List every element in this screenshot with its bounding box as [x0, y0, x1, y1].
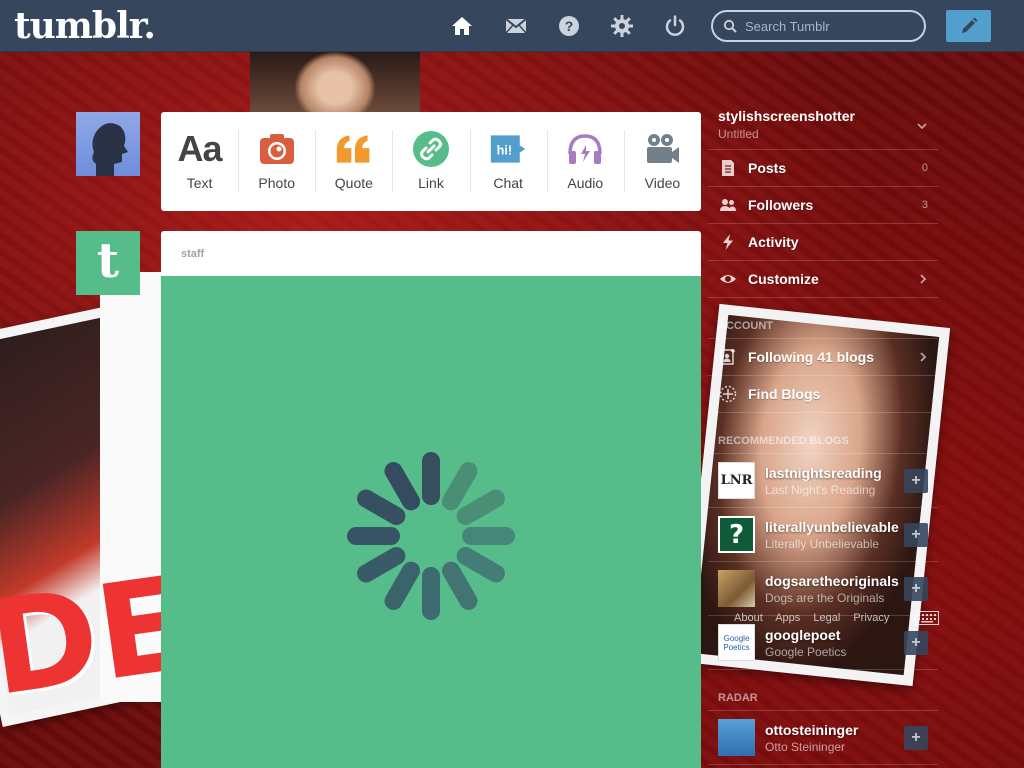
- recommended-blog-item[interactable]: dogsaretheoriginals Dogs are the Origina…: [708, 562, 938, 616]
- blog-switcher[interactable]: stylishscreenshotter Untitled: [708, 100, 938, 150]
- posts-count: 0: [921, 162, 928, 174]
- svg-text:?: ?: [565, 18, 574, 34]
- follow-button[interactable]: +: [904, 576, 928, 601]
- post-type-quote[interactable]: Quote: [315, 112, 392, 211]
- dashboard-post: staff: [161, 231, 701, 768]
- user-avatar[interactable]: [76, 112, 140, 176]
- blog-avatar: LNR: [718, 462, 755, 499]
- post-type-audio[interactable]: Audio: [546, 112, 624, 211]
- svg-text:hi!: hi!: [497, 143, 512, 157]
- radar-blog-item[interactable]: ottosteininger Otto Steininger +: [708, 711, 938, 765]
- sidebar-item-find-blogs[interactable]: Find Blogs: [708, 376, 938, 413]
- follow-button[interactable]: +: [904, 522, 928, 547]
- plus-icon: +: [911, 633, 921, 651]
- background-photo-top: [250, 52, 420, 112]
- gear-icon[interactable]: [609, 13, 635, 39]
- follow-button[interactable]: +: [904, 630, 928, 655]
- recommended-blog-item[interactable]: ? literallyunbelievable Literally Unbeli…: [708, 508, 938, 562]
- chevron-down-icon: [917, 123, 927, 130]
- recommended-blog-item[interactable]: Google Poetics googlepoet Google Poetics…: [708, 616, 938, 670]
- blog-name: stylishscreenshotter: [718, 108, 855, 124]
- chevron-right-icon: [920, 274, 927, 284]
- right-sidebar: stylishscreenshotter Untitled Posts 0 Fo…: [708, 100, 938, 765]
- pencil-icon: [961, 17, 977, 33]
- plus-icon: +: [911, 579, 921, 597]
- post-type-link[interactable]: Link: [392, 112, 469, 211]
- footer-link-legal[interactable]: Legal: [813, 612, 840, 624]
- blog-avatar: [718, 570, 755, 607]
- followers-count: 3: [921, 199, 928, 211]
- search-icon: [723, 19, 737, 33]
- footer-link-apps[interactable]: Apps: [775, 612, 800, 624]
- sidebar-item-followers[interactable]: Followers 3: [708, 187, 938, 224]
- following-icon: [718, 347, 738, 367]
- link-icon: [412, 131, 449, 167]
- blog-avatar: Google Poetics: [718, 624, 755, 661]
- plus-icon: +: [911, 525, 921, 543]
- staff-avatar[interactable]: t: [76, 231, 140, 295]
- recommended-blog-item[interactable]: LNR lastnightsreading Last Night's Readi…: [708, 454, 938, 508]
- post-type-photo[interactable]: Photo: [238, 112, 315, 211]
- follow-button[interactable]: +: [904, 725, 928, 750]
- blog-avatar: ?: [718, 516, 755, 553]
- video-camera-icon: [647, 134, 680, 163]
- loading-spinner-icon: [347, 452, 515, 620]
- camera-icon: [259, 134, 294, 164]
- post-body: [161, 276, 701, 768]
- compose-button[interactable]: [946, 10, 991, 42]
- headphones-icon: [568, 134, 603, 164]
- power-icon[interactable]: [662, 13, 688, 39]
- text-icon: Aa: [177, 128, 223, 169]
- plus-icon: +: [911, 728, 921, 746]
- account-section-title: ACCOUNT: [708, 298, 938, 339]
- footer-link-about[interactable]: About: [734, 612, 763, 624]
- mail-icon[interactable]: [503, 13, 529, 39]
- search-box[interactable]: [711, 10, 926, 42]
- follow-button[interactable]: +: [904, 468, 928, 493]
- blog-avatar: [718, 719, 755, 756]
- recommended-section-title: RECOMMENDED BLOGS: [708, 413, 938, 454]
- plus-icon: +: [911, 471, 921, 489]
- quote-icon: [336, 135, 370, 163]
- sidebar-item-activity[interactable]: Activity: [708, 224, 938, 261]
- tumblr-logo[interactable]: tumblr.: [14, 5, 156, 47]
- chat-icon: hi!: [490, 135, 526, 163]
- post-type-chat[interactable]: hi! Chat: [469, 112, 547, 211]
- chevron-right-icon: [920, 352, 927, 362]
- post-type-text[interactable]: Aa Text: [161, 112, 238, 211]
- sidebar-item-posts[interactable]: Posts 0: [708, 150, 938, 187]
- eye-icon: [718, 269, 738, 289]
- top-header: tumblr. ?: [0, 0, 1024, 52]
- post-type-bar: Aa Text Photo Quote Link hi! Chat Audio …: [161, 112, 701, 211]
- blog-subtitle: Untitled: [718, 127, 759, 141]
- home-icon[interactable]: [449, 13, 475, 39]
- radar-section-title: RADAR: [708, 670, 938, 711]
- posts-icon: [718, 158, 738, 178]
- keyboard-icon[interactable]: [915, 611, 939, 625]
- followers-icon: [718, 195, 738, 215]
- post-author[interactable]: staff: [161, 231, 701, 276]
- footer-link-privacy[interactable]: Privacy: [853, 612, 889, 624]
- sidebar-item-following[interactable]: Following 41 blogs: [708, 339, 938, 376]
- help-icon[interactable]: ?: [556, 13, 582, 39]
- lightning-icon: [718, 232, 738, 252]
- sidebar-item-customize[interactable]: Customize: [708, 261, 938, 298]
- compass-icon: [718, 384, 738, 404]
- post-type-video[interactable]: Video: [623, 112, 701, 211]
- search-input[interactable]: [745, 18, 905, 34]
- footer-links: About Apps Legal Privacy: [708, 612, 899, 624]
